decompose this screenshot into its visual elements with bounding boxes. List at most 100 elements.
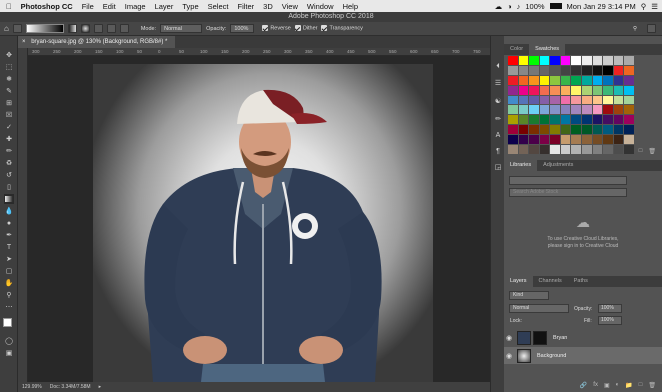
menu-layer[interactable]: Layer xyxy=(150,2,178,11)
color-swatch[interactable] xyxy=(624,95,634,105)
color-swatch[interactable] xyxy=(613,115,624,125)
color-swatch[interactable] xyxy=(518,65,529,75)
character-panel-icon[interactable]: A xyxy=(493,130,503,140)
3d-panel-icon[interactable]: ◲ xyxy=(493,162,503,172)
creative-cloud-icon[interactable]: ☁ xyxy=(495,2,503,11)
color-swatch[interactable] xyxy=(529,56,539,65)
color-swatch[interactable] xyxy=(624,125,634,135)
color-swatch[interactable] xyxy=(613,125,624,135)
properties-panel-icon[interactable]: ☰ xyxy=(493,78,503,88)
angle-gradient-button[interactable] xyxy=(93,24,103,33)
apple-icon[interactable]:  xyxy=(0,2,16,11)
tab-swatches[interactable]: Swatches xyxy=(529,44,566,55)
color-swatch[interactable] xyxy=(518,85,529,95)
color-swatch[interactable] xyxy=(529,65,539,75)
color-swatch[interactable] xyxy=(539,65,550,75)
color-swatch[interactable] xyxy=(613,75,624,85)
diamond-gradient-button[interactable] xyxy=(119,24,129,33)
menu-view[interactable]: View xyxy=(277,2,302,11)
color-swatch[interactable] xyxy=(539,95,550,105)
tab-libraries[interactable]: Libraries xyxy=(504,160,538,171)
workspace-switcher-icon[interactable] xyxy=(647,24,656,33)
fx-icon[interactable]: fx xyxy=(593,382,598,388)
color-swatch[interactable] xyxy=(508,115,518,125)
color-swatch[interactable] xyxy=(603,125,613,135)
color-swatch[interactable] xyxy=(508,85,518,95)
new-swatch-icon[interactable]: □ xyxy=(639,148,643,154)
color-swatch[interactable] xyxy=(603,95,613,105)
color-swatch[interactable] xyxy=(592,85,603,95)
color-swatch[interactable] xyxy=(550,65,560,75)
color-swatch[interactable] xyxy=(508,65,518,75)
color-swatch[interactable] xyxy=(518,56,529,65)
tab-channels[interactable]: Channels xyxy=(533,276,568,287)
screen-mode-icon[interactable]: ▣ xyxy=(4,348,14,358)
color-swatch[interactable] xyxy=(550,115,560,125)
gradient-picker[interactable] xyxy=(25,24,64,33)
menu-3d[interactable]: 3D xyxy=(259,2,278,11)
new-layer-icon[interactable]: □ xyxy=(639,382,643,388)
color-swatch[interactable] xyxy=(582,75,592,85)
color-swatch[interactable] xyxy=(571,85,582,95)
color-swatch[interactable] xyxy=(508,95,518,105)
color-swatch[interactable] xyxy=(571,56,582,65)
mode-select[interactable]: Normal xyxy=(160,24,203,33)
eye-icon[interactable]: ◉ xyxy=(504,352,514,360)
history-brush-tool-icon[interactable]: ↺ xyxy=(4,170,14,180)
color-swatch[interactable] xyxy=(518,75,529,85)
color-swatch[interactable] xyxy=(592,56,603,65)
eraser-tool-icon[interactable]: ▯ xyxy=(4,182,14,192)
color-swatch[interactable] xyxy=(624,85,634,95)
color-swatch[interactable] xyxy=(539,85,550,95)
color-swatch[interactable] xyxy=(592,125,603,135)
eye-icon[interactable]: ◉ xyxy=(504,334,514,342)
color-swatch[interactable] xyxy=(550,135,560,145)
color-swatch[interactable] xyxy=(529,115,539,125)
color-swatch[interactable] xyxy=(550,56,560,65)
color-swatch[interactable] xyxy=(613,56,624,65)
color-swatch[interactable] xyxy=(624,75,634,85)
color-swatch[interactable] xyxy=(560,65,571,75)
zoom-field[interactable]: 129.99% xyxy=(22,384,42,390)
color-swatch[interactable] xyxy=(603,135,613,145)
reverse-checkbox[interactable]: Reverse xyxy=(262,25,291,32)
healing-brush-tool-icon[interactable]: ✚ xyxy=(4,134,14,144)
color-swatch[interactable] xyxy=(582,85,592,95)
adjustment-panel-icon[interactable]: ☯ xyxy=(493,96,503,106)
path-selection-tool-icon[interactable]: ➤ xyxy=(4,254,14,264)
layer-row[interactable]: ◉ Background xyxy=(504,347,662,364)
blend-mode-select[interactable]: Normal xyxy=(509,304,569,313)
link-icon[interactable]: 🔗 xyxy=(580,382,587,389)
gradient-tool-icon[interactable] xyxy=(4,194,14,204)
lasso-tool-icon[interactable]: ❅ xyxy=(4,74,14,84)
color-swatch[interactable] xyxy=(529,125,539,135)
color-swatch[interactable] xyxy=(624,65,634,75)
document-canvas[interactable] xyxy=(93,64,433,382)
color-swatch[interactable] xyxy=(592,75,603,85)
tab-color[interactable]: Color xyxy=(504,44,529,55)
color-swatch[interactable] xyxy=(560,56,571,65)
color-swatch[interactable] xyxy=(613,85,624,95)
dither-checkbox[interactable]: Dither xyxy=(294,25,317,32)
eyedropper-tool-icon[interactable]: ✓ xyxy=(4,122,14,132)
color-swatch[interactable] xyxy=(624,56,634,65)
color-swatch[interactable] xyxy=(539,115,550,125)
color-swatch[interactable] xyxy=(613,135,624,145)
color-swatch[interactable] xyxy=(624,105,634,115)
color-swatch[interactable] xyxy=(571,125,582,135)
layer-opacity-field[interactable]: 100% xyxy=(598,304,622,313)
home-icon[interactable]: ⌂ xyxy=(4,24,9,33)
color-swatch[interactable] xyxy=(582,65,592,75)
menu-list-icon[interactable]: ☰ xyxy=(651,2,658,11)
brush-settings-icon[interactable]: ✏ xyxy=(493,114,503,124)
clone-stamp-tool-icon[interactable]: ♻ xyxy=(4,158,14,168)
menu-window[interactable]: Window xyxy=(302,2,338,11)
zoom-tool-icon[interactable]: ⚲ xyxy=(4,290,14,300)
color-swatch[interactable] xyxy=(582,105,592,115)
color-swatch[interactable] xyxy=(550,95,560,105)
radial-gradient-button[interactable] xyxy=(80,24,90,33)
color-swatch[interactable] xyxy=(613,95,624,105)
menu-photoshop[interactable]: Photoshop CC xyxy=(16,2,77,11)
color-swatch[interactable] xyxy=(582,125,592,135)
close-tab-icon[interactable]: × xyxy=(22,39,26,45)
